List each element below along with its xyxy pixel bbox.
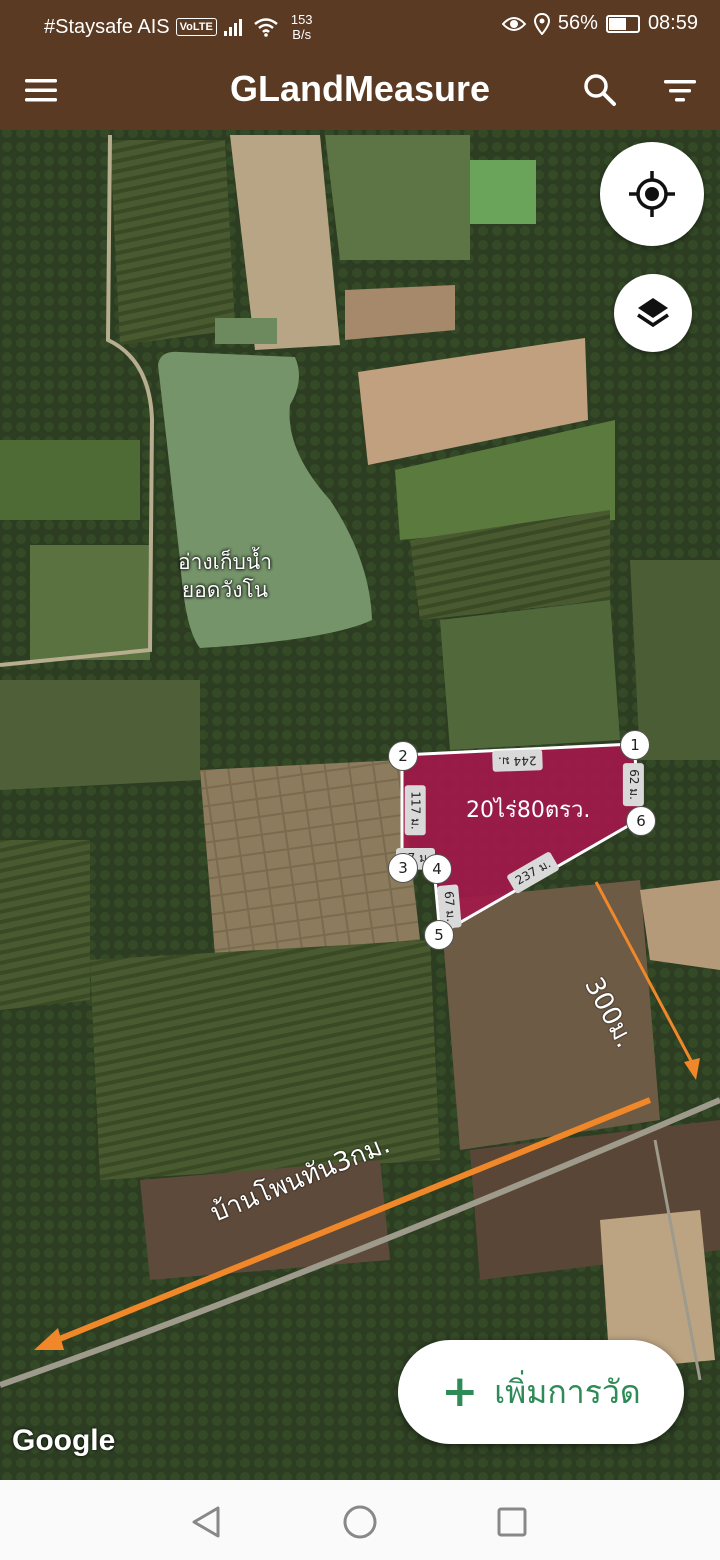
eye-icon (501, 16, 526, 31)
satellite-imagery (0, 130, 720, 1480)
vertex-marker-2[interactable]: 2 (388, 741, 418, 771)
network-speed: 153 B/s (291, 12, 313, 42)
carrier-name: #Staysafe AIS (44, 15, 170, 38)
reservoir-label-line2: ยอดวังโน (181, 578, 269, 602)
volte-badge: VoLTE (175, 18, 217, 36)
edge-label-right: 62 ม. (622, 763, 644, 806)
clock: 08:59 (647, 12, 698, 34)
app-bar: GLandMeasure (0, 50, 720, 130)
vertex-number: 3 (398, 859, 408, 877)
wifi-icon (254, 18, 278, 37)
vertex-number: 6 (636, 812, 646, 830)
vertex-marker-5[interactable]: 5 (424, 920, 454, 950)
vertex-marker-1[interactable]: 1 (620, 730, 650, 760)
vertex-marker-3[interactable]: 3 (388, 853, 418, 883)
filter-icon[interactable] (660, 70, 700, 110)
search-icon[interactable] (580, 70, 620, 110)
google-attribution: Google (12, 1424, 116, 1457)
vertex-number: 4 (432, 860, 442, 878)
vertex-number: 2 (398, 747, 408, 765)
status-bar: #Staysafe AIS VoLTE 153 B/s 56% 08:59 (0, 0, 720, 50)
status-left: #Staysafe AIS VoLTE 153 B/s (44, 12, 313, 42)
signal-icon (223, 19, 242, 36)
system-nav-bar (0, 1480, 720, 1560)
battery-icon (605, 14, 640, 33)
recents-square-icon[interactable] (492, 1502, 532, 1542)
edge-label-left: 117 ม. (404, 785, 426, 836)
plot-area-label: 20ไร่80ตรว. (466, 798, 591, 823)
add-measurement-button[interactable]: + เพิ่มการวัด (398, 1340, 684, 1444)
plus-icon: + (441, 1366, 479, 1417)
add-measurement-label: เพิ่มการวัด (494, 1372, 641, 1411)
map-view[interactable]: อ่างเก็บน้ำ ยอดวังโน 20ไร่80ตรว. 244 ม. … (0, 130, 720, 1480)
edge-label-top: 244 ม. (491, 749, 543, 772)
status-right: 56% 08:59 (501, 12, 698, 35)
battery-percent: 56% (557, 12, 598, 34)
vertex-marker-4[interactable]: 4 (422, 854, 452, 884)
speed-value: 153 (290, 12, 313, 27)
back-triangle-icon[interactable] (186, 1502, 226, 1542)
vertex-number: 1 (630, 736, 640, 754)
home-circle-icon[interactable] (340, 1502, 380, 1542)
my-location-icon[interactable] (600, 142, 704, 246)
reservoir-label-line1: อ่างเก็บน้ำ (177, 550, 273, 574)
vertex-number: 5 (434, 926, 444, 944)
vertex-marker-6[interactable]: 6 (626, 806, 656, 836)
speed-unit: B/s (292, 27, 312, 42)
layers-icon[interactable] (614, 274, 692, 352)
location-pin-icon (533, 12, 550, 35)
reservoir-label: อ่างเก็บน้ำ ยอดวังโน (165, 548, 285, 604)
